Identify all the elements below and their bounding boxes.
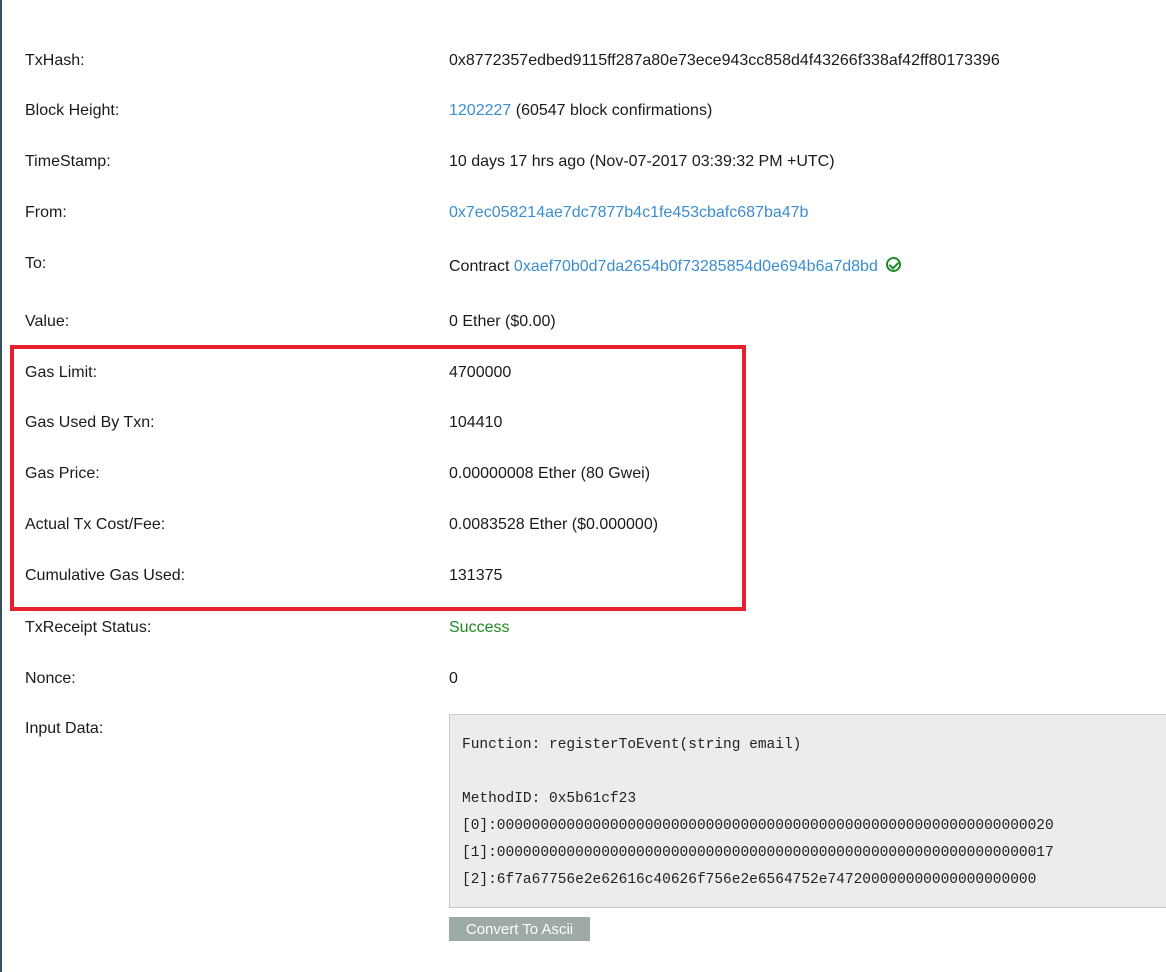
cumulative-gas-value: 131375 [449, 567, 503, 584]
block-height-value: 1202227 (60547 block confirmations) [449, 102, 712, 120]
to-label: To: [25, 255, 47, 272]
txhash-label: TxHash: [25, 52, 85, 69]
timestamp-label: TimeStamp: [25, 153, 111, 170]
receipt-status-label: TxReceipt Status: [25, 619, 152, 636]
cumulative-gas-label: Cumulative Gas Used: [25, 567, 186, 584]
nonce-value: 0 [449, 670, 458, 687]
gas-used-label: Gas Used By Txn: [25, 414, 155, 431]
input-method-id: MethodID: 0x5b61cf23 [462, 791, 637, 807]
input-param-0: [0]:000000000000000000000000000000000000… [462, 818, 1054, 834]
tx-cost-label: Actual Tx Cost/Fee: [25, 516, 166, 533]
gas-price-value: 0.00000008 Ether (80 Gwei) [449, 465, 651, 482]
block-confirmations: (60547 block confirmations) [511, 102, 713, 119]
convert-to-ascii-button[interactable]: Convert To Ascii [449, 917, 590, 941]
value-value: 0 Ether ($0.00) [449, 313, 556, 330]
gas-limit-label: Gas Limit: [25, 364, 98, 381]
tx-cost-value: 0.0083528 Ether ($0.000000) [449, 516, 659, 533]
input-param-2: [2]:6f7a67756e2e62616c40626f756e2e656475… [462, 872, 1037, 888]
nonce-label: Nonce: [25, 670, 76, 687]
block-height-link[interactable]: 1202227 [449, 102, 511, 119]
txhash-value: 0x8772357edbed9115ff287a80e73ece943cc858… [449, 52, 1000, 69]
input-data-label: Input Data: [25, 720, 104, 737]
input-data-box[interactable]: Function: registerToEvent(string email) … [449, 714, 1166, 908]
verified-check-icon [885, 257, 901, 272]
from-value: 0x7ec058214ae7dc7877b4c1fe453cbafc687ba4… [449, 204, 808, 222]
contract-prefix: Contract [449, 258, 514, 275]
input-param-1: [1]:000000000000000000000000000000000000… [462, 845, 1054, 861]
from-address-link[interactable]: 0x7ec058214ae7dc7877b4c1fe453cbafc687ba4… [449, 204, 808, 221]
input-function: Function: registerToEvent(string email) [462, 737, 802, 753]
gas-limit-value: 4700000 [449, 364, 512, 381]
frame-border [0, 0, 2, 972]
gas-price-label: Gas Price: [25, 465, 100, 482]
timestamp-value: 10 days 17 hrs ago (Nov-07-2017 03:39:32… [449, 153, 835, 170]
value-label: Value: [25, 313, 70, 330]
block-height-label: Block Height: [25, 102, 120, 119]
gas-used-value: 104410 [449, 414, 503, 431]
receipt-status-value: Success [449, 619, 510, 636]
from-label: From: [25, 204, 67, 221]
to-contract-link[interactable]: 0xaef70b0d7da2654b0f73285854d0e694b6a7d8… [514, 258, 878, 275]
to-value: Contract 0xaef70b0d7da2654b0f73285854d0e… [449, 257, 901, 276]
